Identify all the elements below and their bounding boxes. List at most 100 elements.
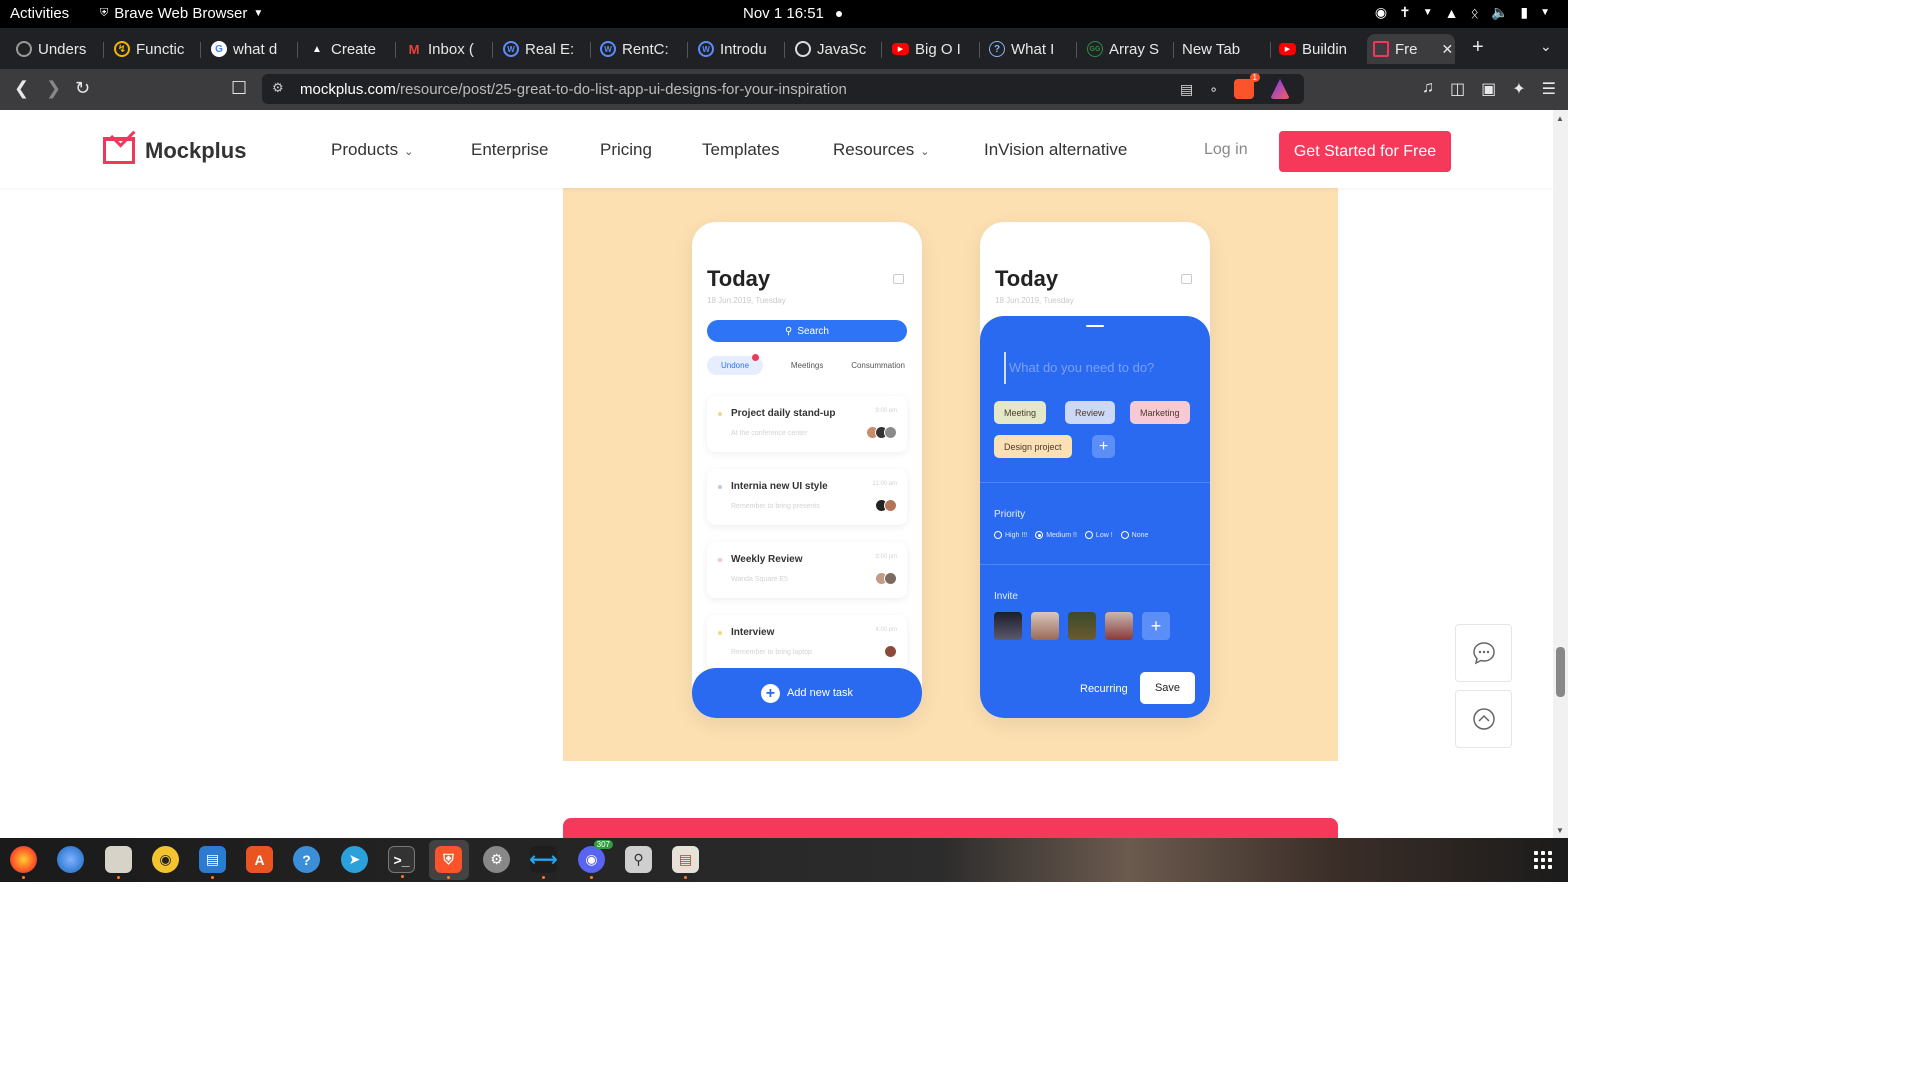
url-text[interactable]: mockplus.com/resource/post/25-great-to-d…	[300, 81, 847, 98]
chat-bubble-icon	[1472, 642, 1495, 665]
tab-13[interactable]: ▶ Buildin	[1273, 34, 1361, 64]
brave-icon[interactable]: ⛨	[435, 846, 462, 879]
nav-enterprise[interactable]: Enterprise	[471, 140, 548, 160]
help-icon[interactable]: ?	[293, 846, 320, 873]
menu-icon[interactable]: ☰	[1542, 79, 1556, 99]
close-icon[interactable]: ✕	[1442, 41, 1454, 58]
tab-6[interactable]: W RentC:	[594, 34, 682, 64]
screen-title: Today	[707, 266, 771, 291]
nav-resources[interactable]: Resources ⌄	[833, 140, 929, 160]
tab-11[interactable]: GG Array S	[1081, 34, 1169, 64]
discord-icon[interactable]: ◉ 307	[578, 840, 613, 879]
back-to-top-button[interactable]	[1455, 690, 1512, 748]
gfg-icon: GG	[1087, 41, 1103, 57]
terminal-icon[interactable]: >_	[388, 846, 415, 878]
login-link[interactable]: Log in	[1204, 141, 1248, 159]
firefox-icon[interactable]	[10, 846, 37, 879]
page-scrollbar[interactable]: ▲ ▼	[1553, 110, 1568, 838]
add-invitee-icon: +	[1142, 612, 1170, 640]
tab-active[interactable]: Fre ✕	[1367, 34, 1455, 64]
openai-icon	[16, 41, 32, 57]
nav-pricing[interactable]: Pricing	[600, 140, 652, 160]
nav-invision-alternative[interactable]: InVision alternative	[984, 140, 1127, 160]
tab-label: JavaSc	[817, 40, 867, 58]
tab-label: Big O I	[915, 40, 961, 58]
reload-icon[interactable]: ↻	[75, 78, 90, 99]
arrow-up-circle-icon	[1472, 708, 1495, 730]
app-center-icon[interactable]: A	[246, 846, 273, 873]
thunderbird-icon[interactable]	[57, 846, 84, 873]
show-apps-icon[interactable]	[1534, 851, 1552, 869]
priority-none: None	[1120, 531, 1148, 539]
tab-9[interactable]: ▶ Big O I	[886, 34, 974, 64]
discord-tray-icon[interactable]: ◉	[1375, 4, 1387, 21]
invite-label: Invite	[994, 591, 1018, 602]
site-info-icon[interactable]: ⚙	[272, 80, 284, 96]
mockplus-logo[interactable]: Mockplus	[103, 137, 246, 164]
share-icon[interactable]: ∘	[1209, 81, 1218, 98]
priority-high: High !!!	[994, 531, 1027, 539]
tab-8[interactable]: JavaSc	[789, 34, 877, 64]
clock[interactable]: Nov 1 16:51	[743, 5, 824, 22]
site-header: Mockplus Products ⌄ Enterprise Pricing Te…	[0, 110, 1553, 188]
accessibility-icon[interactable]: ✝	[1399, 4, 1411, 21]
back-icon[interactable]: ❮	[14, 78, 29, 99]
new-tab-button[interactable]: +	[1472, 36, 1484, 59]
vscode-icon[interactable]: ⟷	[529, 846, 558, 879]
tab-label: New Tab	[1182, 40, 1241, 58]
media-icon[interactable]: ♫	[1422, 79, 1434, 99]
tab-label: Introdu	[720, 40, 767, 58]
screen-date: 18 Jun.2019, Tuesday	[707, 296, 786, 305]
screen-title: Today	[995, 266, 1059, 291]
address-bar[interactable]: ⚙ mockplus.com/resource/post/25-great-to…	[262, 73, 1304, 104]
tab-3[interactable]: ▲ Create	[303, 34, 391, 64]
brave-shields-icon[interactable]: 1	[1234, 73, 1260, 99]
image-viewer-icon[interactable]: ⚲	[625, 846, 652, 873]
bluetooth-icon[interactable]: ᛟ	[1471, 5, 1479, 21]
bolt-icon: ↯	[114, 41, 130, 57]
scroll-thumb[interactable]	[1556, 647, 1565, 697]
tab-0[interactable]: Unders	[10, 34, 98, 64]
wifi-icon[interactable]: ▲	[1445, 5, 1459, 21]
rhythmbox-icon[interactable]: ◉	[152, 846, 179, 873]
wallet-icon[interactable]: ▣	[1481, 79, 1496, 99]
tab-10[interactable]: ? What I	[983, 34, 1071, 64]
tab-1[interactable]: ↯ Functic	[108, 34, 196, 64]
settings-icon[interactable]: ⚙	[483, 846, 510, 873]
caret-down-icon: ▼	[253, 8, 264, 19]
writer-icon[interactable]: ▤	[199, 846, 226, 879]
bookmark-icon[interactable]: ☐	[231, 78, 247, 99]
system-tray[interactable]: ◉ ✝ ▼ ▲ ᛟ 🔈 ▮ ▼	[1375, 4, 1550, 21]
scroll-down-icon[interactable]: ▼	[1556, 826, 1564, 835]
nav-products[interactable]: Products ⌄	[331, 140, 413, 160]
tab-4[interactable]: M Inbox (	[400, 34, 488, 64]
priority-medium: Medium !!	[1035, 531, 1077, 539]
forward-icon[interactable]: ❯	[46, 78, 61, 99]
files-icon[interactable]	[105, 846, 132, 879]
sidebar-icon[interactable]: ◫	[1450, 79, 1465, 99]
toolbar: ❮ ❯ ↻ ☐ ⚙ mockplus.com/resource/post/25-…	[0, 69, 1568, 110]
nav-templates[interactable]: Templates	[702, 140, 779, 160]
tab-consummation: Consummation	[851, 361, 905, 370]
tab-5[interactable]: W Real E:	[497, 34, 585, 64]
app-menu[interactable]: ⛨ Brave Web Browser ▼	[100, 5, 263, 22]
phone-new-task-screen: Today 18 Jun.2019, Tuesday What do you n…	[980, 222, 1210, 718]
battery-icon[interactable]: ▮	[1520, 4, 1528, 21]
telegram-icon[interactable]: ➤	[341, 846, 368, 873]
activities-button[interactable]: Activities	[10, 5, 69, 22]
leo-ai-icon[interactable]: ✦	[1512, 79, 1525, 99]
recurring-label: Recurring	[1080, 683, 1128, 695]
scroll-up-icon[interactable]: ▲	[1556, 114, 1564, 123]
tab-2[interactable]: G what d	[205, 34, 293, 64]
chat-button[interactable]	[1455, 624, 1512, 682]
tab-12[interactable]: New Tab	[1176, 34, 1264, 64]
task-input-placeholder: What do you need to do?	[1009, 360, 1155, 375]
get-started-button[interactable]: Get Started for Free	[1279, 131, 1451, 172]
brave-rewards-icon[interactable]: 1	[1270, 79, 1290, 99]
volume-icon[interactable]: 🔈	[1491, 4, 1508, 21]
document-viewer-icon[interactable]: ▤	[672, 846, 699, 879]
tab-search-chevron-icon[interactable]: ⌄	[1540, 38, 1552, 55]
reader-mode-icon[interactable]: ▤	[1180, 81, 1193, 98]
tab-7[interactable]: W Introdu	[692, 34, 780, 64]
chip-meeting: Meeting	[994, 401, 1047, 424]
